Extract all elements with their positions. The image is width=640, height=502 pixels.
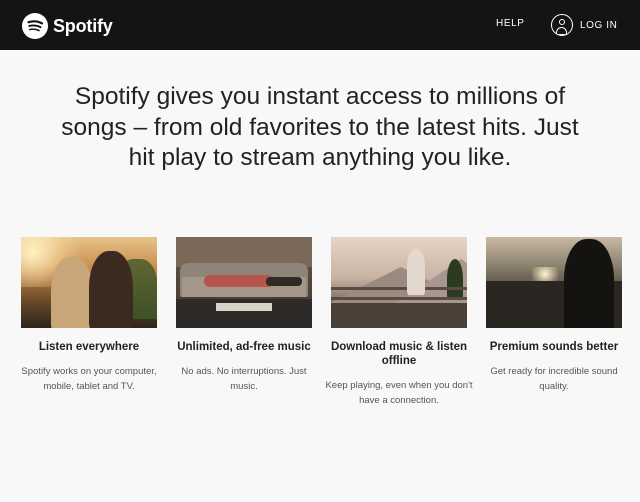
login-button[interactable]: LOG IN	[551, 13, 618, 37]
page-headline: Spotify gives you instant access to mill…	[61, 83, 579, 171]
feature-image-couple-sunset	[21, 237, 157, 328]
feature-premium-sound: Premium sounds better Get ready for incr…	[479, 237, 629, 394]
spotify-logo[interactable]: Spotify	[22, 12, 113, 40]
feature-title: Premium sounds better	[489, 341, 619, 353]
feature-description: Keep playing, even when you don't have a…	[325, 380, 473, 406]
top-navigation-bar: Spotify HELP LOG IN	[0, 0, 640, 50]
feature-title: Listen everywhere	[38, 341, 140, 353]
feature-title: Unlimited, ad-free music	[177, 341, 311, 353]
user-icon	[551, 14, 573, 36]
feature-description: Spotify works on your computer, mobile, …	[21, 366, 157, 392]
feature-image-silhouette	[486, 237, 622, 328]
spotify-logo-icon	[22, 13, 48, 39]
feature-description: No ads. No interruptions. Just music.	[181, 366, 307, 392]
feature-image-mountain-fence	[331, 237, 467, 328]
feature-description: Get ready for incredible sound quality.	[490, 366, 618, 392]
feature-title: Download music & listen offline	[330, 341, 468, 367]
help-link[interactable]: HELP	[496, 18, 525, 29]
feature-listen-everywhere: Listen everywhere Spotify works on your …	[14, 237, 164, 394]
brand-name: Spotify	[53, 15, 113, 36]
feature-offline: Download music & listen offline Keep pla…	[324, 237, 474, 408]
feature-ad-free: Unlimited, ad-free music No ads. No inte…	[169, 237, 319, 394]
login-label: LOG IN	[580, 19, 618, 31]
feature-image-couch	[176, 237, 312, 328]
